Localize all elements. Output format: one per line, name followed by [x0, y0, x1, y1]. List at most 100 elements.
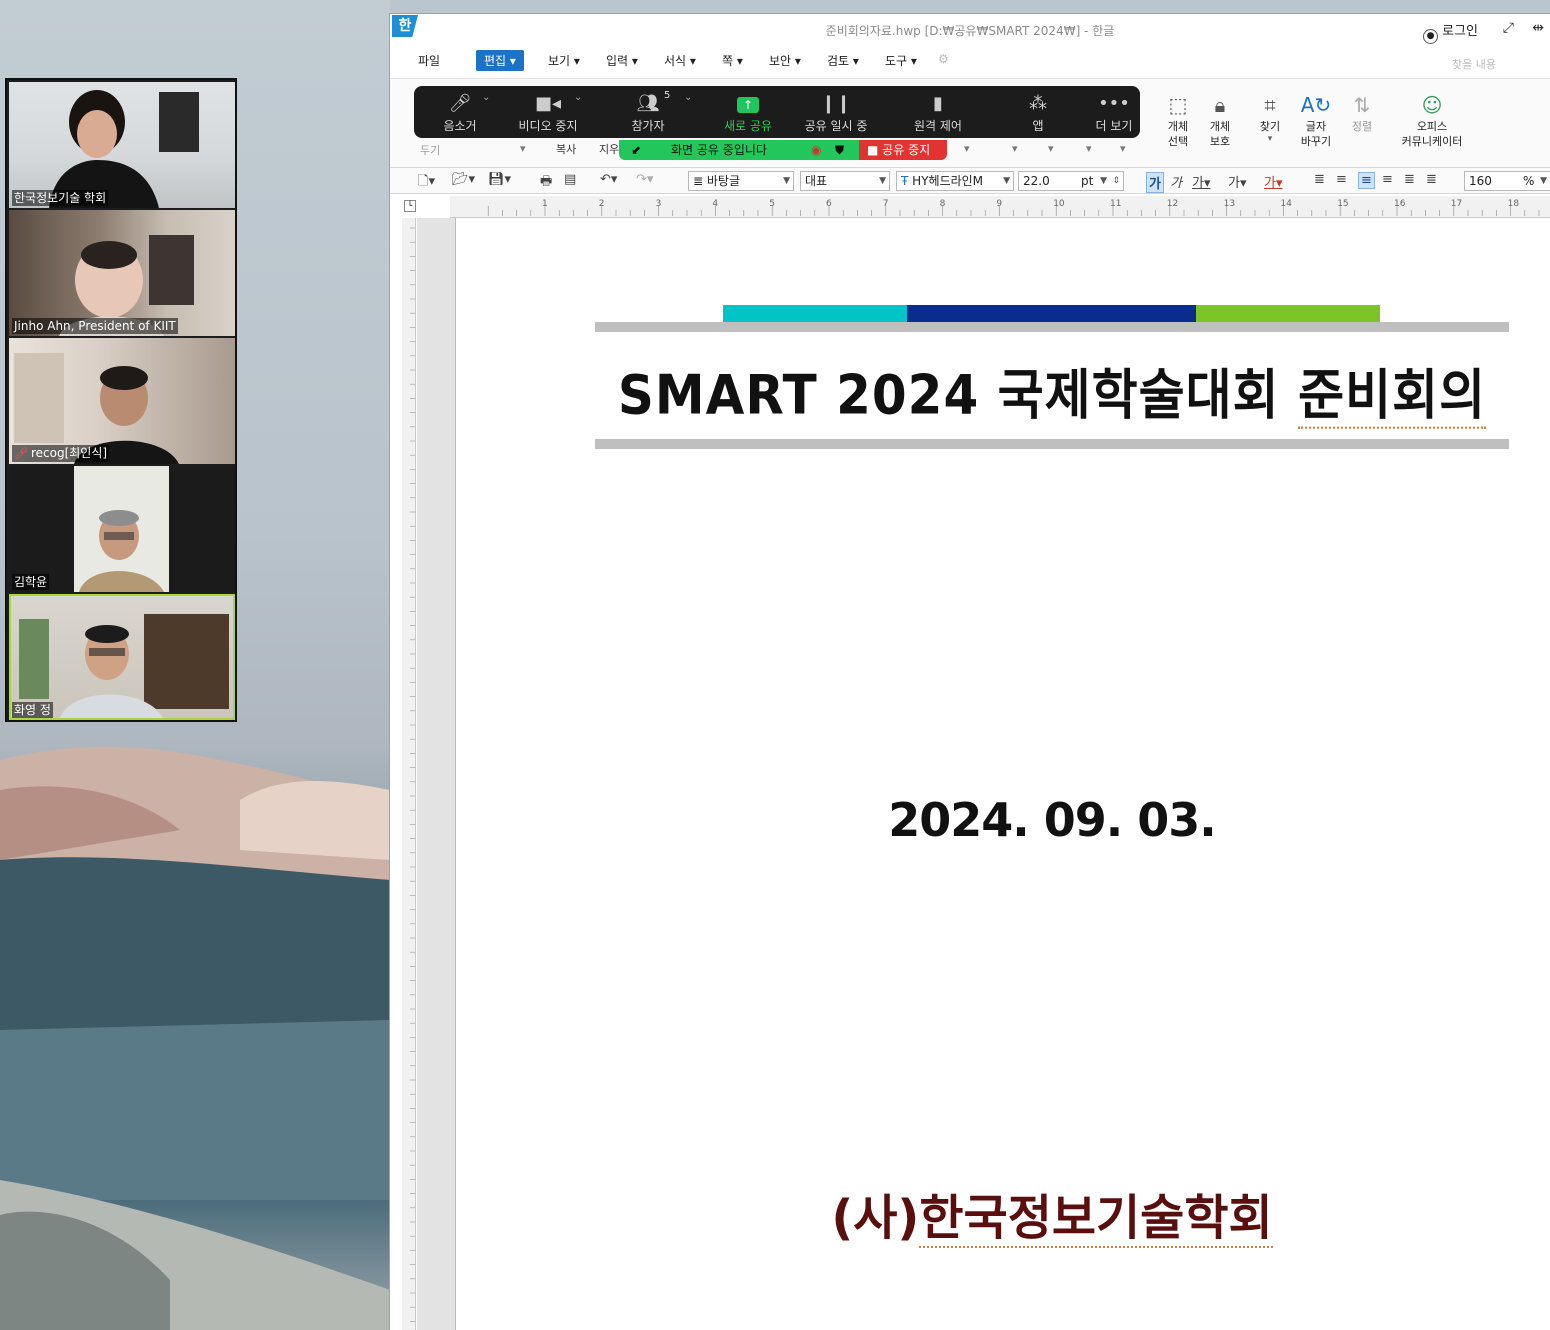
new-share-button[interactable]: ↑ 새로 공유	[718, 92, 778, 134]
apps-button[interactable]: ⁂ 앱	[1020, 92, 1056, 134]
redo-icon[interactable]: ↷▾	[636, 172, 653, 187]
menu-format[interactable]: 서식 ▾	[664, 52, 696, 69]
print-icon[interactable]: 🖶︎	[540, 172, 552, 194]
protect-object-button[interactable]: 🔒︎ 개체 보호	[1202, 93, 1238, 149]
dropdown-arrow-icon[interactable]: ▾	[964, 142, 970, 155]
ruler-corner-button[interactable]: └	[404, 200, 416, 212]
copy-label[interactable]: 복사	[556, 141, 576, 157]
menu-tools[interactable]: 도구 ▾	[885, 52, 917, 69]
participant-name: 🎤︎ recog[최인식]	[12, 445, 110, 462]
organization-name: (사)한국정보기술학회	[595, 1178, 1509, 1248]
chevron-down-icon[interactable]: ⌄	[482, 92, 490, 103]
chevron-down-icon[interactable]: ⌄	[684, 92, 692, 103]
document-workspace[interactable]: SMART 2024 국제학술대회 준비회의 2024. 09. 03. (사)…	[417, 218, 1550, 1330]
binoculars-icon: ⌗	[1264, 93, 1276, 117]
zoom-video-gallery[interactable]: 한국정보기술 학회 Jinho Ahn, President of KIIT 🎤…	[5, 78, 237, 722]
erase-label[interactable]: 지우	[599, 141, 619, 157]
align-justify-icon[interactable]: ≣	[1314, 172, 1325, 187]
document-page[interactable]: SMART 2024 국제학술대회 준비회의 2024. 09. 03. (사)…	[455, 218, 1550, 1330]
shield-icon: ⛊	[835, 143, 845, 157]
align-right-icon[interactable]: ≡	[1382, 172, 1393, 187]
menu-view[interactable]: 보기 ▾	[548, 52, 580, 69]
strikethrough-button[interactable]: 가▾	[1228, 172, 1247, 191]
style-select[interactable]: ≣ 바탕글 ▼	[688, 171, 794, 191]
fullscreen-icon[interactable]: ⤢	[1503, 20, 1514, 36]
video-tile[interactable]: 김학윤	[9, 466, 235, 592]
select-object-button[interactable]: ⬚ 개체 선택	[1160, 93, 1196, 149]
settings-icon[interactable]: ⚙	[938, 52, 949, 66]
video-tile-active-speaker[interactable]: 화영 정	[9, 594, 235, 720]
more-button[interactable]: ••• 더 보기	[1090, 92, 1138, 134]
align-split-icon[interactable]: ≣	[1426, 172, 1437, 187]
participant-name: Jinho Ahn, President of KIIT	[12, 318, 178, 334]
vertical-ruler[interactable]	[402, 218, 416, 1330]
menu-review[interactable]: 검토 ▾	[827, 52, 859, 69]
undo-icon[interactable]: ↶▾	[600, 172, 617, 187]
preview-icon[interactable]: ▤	[564, 172, 576, 187]
participant-name: 김학윤	[12, 574, 50, 590]
style-value: 바탕글	[706, 174, 741, 188]
find-input[interactable]: 찾을 내용	[1448, 52, 1544, 74]
stop-share-button[interactable]: ■ 공유 중지	[859, 140, 947, 160]
dropdown-arrow-icon[interactable]: ▾	[1048, 142, 1054, 155]
participant-name: 한국정보기술 학회	[12, 190, 109, 206]
menu-format-label: 서식	[664, 54, 687, 68]
language-select[interactable]: 대표 ▼	[800, 171, 890, 191]
menu-edit[interactable]: 편집 ▾	[476, 50, 524, 71]
video-tile[interactable]: 🎤︎ recog[최인식]	[9, 338, 235, 464]
video-tile[interactable]: Jinho Ahn, President of KIIT	[9, 210, 235, 336]
pause-share-button[interactable]: ❙❙ 공유 일시 중	[798, 92, 874, 134]
menu-file[interactable]: 파일	[418, 52, 440, 69]
office-communicator-button[interactable]: ☺ 오피스 커뮤니케이터	[1394, 93, 1470, 149]
drag-handle-icon[interactable]: ⬋	[631, 140, 641, 160]
video-tile[interactable]: 한국정보기술 학회	[9, 82, 235, 208]
title-bar: 한 준비회의자료.hwp [D:₩공유₩SMART 2024₩] - 한글 ● 로…	[390, 14, 1550, 46]
screen-sharing-banner[interactable]: ⬋ 화면 공유 중입니다 ◉ ⛊	[619, 140, 859, 160]
dropdown-arrow-icon[interactable]: ▾	[1012, 142, 1018, 155]
dropdown-arrow-icon: ▼	[783, 176, 790, 186]
login-button[interactable]: ● 로그인	[1423, 20, 1478, 44]
mute-button[interactable]: 🎤︎ 음소거	[438, 92, 482, 134]
ruler-label: 6	[826, 199, 832, 209]
sort-button[interactable]: ⇅ 정렬	[1344, 93, 1380, 134]
participants-button[interactable]: 👥︎ 5 참가자	[626, 90, 670, 134]
find-button[interactable]: ⌗ 찾기 ▾	[1252, 93, 1288, 144]
chevron-down-icon[interactable]: ⌄	[574, 92, 582, 103]
hwp-window[interactable]: 한 준비회의자료.hwp [D:₩공유₩SMART 2024₩] - 한글 ● 로…	[389, 13, 1550, 1330]
organization-prefix: (사)	[831, 1190, 920, 1246]
replace-text-label: 글자 바꾸기	[1300, 120, 1332, 148]
underline-button[interactable]: 가▾	[1192, 172, 1211, 191]
open-folder-icon[interactable]: 📂︎▾	[452, 172, 475, 187]
dropdown-arrow-icon[interactable]: ▾	[1120, 142, 1126, 155]
italic-button[interactable]: 가	[1170, 172, 1182, 191]
ruler-label: 12	[1167, 199, 1178, 209]
font-color-button[interactable]: 가▾	[1264, 172, 1283, 191]
replace-text-button[interactable]: A↻ 글자 바꾸기	[1296, 93, 1336, 149]
resize-icon[interactable]: ⇹	[1532, 20, 1544, 36]
align-left-icon[interactable]: ≡	[1336, 172, 1347, 187]
dropdown-arrow-icon: ▼	[1003, 176, 1010, 186]
horizontal-ruler[interactable]: 1 2 3 4 5 6 7 8 9 10 11 12 13 14 15 16 17 18	[450, 196, 1550, 218]
font-size-value: 22.0	[1023, 174, 1050, 188]
menu-insert[interactable]: 입력 ▾	[606, 52, 638, 69]
menu-security[interactable]: 보안 ▾	[769, 52, 801, 69]
sharing-status-text: 화면 공유 중입니다	[671, 143, 767, 157]
dropdown-arrow-icon[interactable]: ▾	[520, 142, 526, 155]
font-size-stepper[interactable]: 22.0 pt ▼ ⇕	[1018, 171, 1124, 191]
font-select[interactable]: Ŧ HY헤드라인M ▼	[896, 171, 1014, 191]
align-center-icon[interactable]: ≡	[1358, 172, 1375, 189]
ruler-label: 4	[712, 199, 718, 209]
remote-control-button[interactable]: ▮ 원격 제어	[908, 92, 968, 134]
stepper-icon[interactable]: ⇕	[1112, 172, 1120, 190]
align-distribute-icon[interactable]: ≣	[1404, 172, 1415, 187]
dropdown-arrow-icon[interactable]: ▾	[1086, 142, 1092, 155]
font-value: HY헤드라인M	[912, 174, 984, 188]
new-document-icon[interactable]: 🗋︎▾	[418, 172, 435, 194]
save-icon[interactable]: 💾︎▾	[488, 172, 511, 187]
decorative-bar-teal	[723, 305, 907, 322]
pause-share-label: 공유 일시 중	[804, 119, 868, 133]
zoom-select[interactable]: 160 % ▼	[1464, 171, 1550, 191]
bold-button[interactable]: 가	[1146, 172, 1164, 193]
bottom-divider	[595, 439, 1509, 449]
menu-page[interactable]: 쪽 ▾	[722, 52, 743, 69]
